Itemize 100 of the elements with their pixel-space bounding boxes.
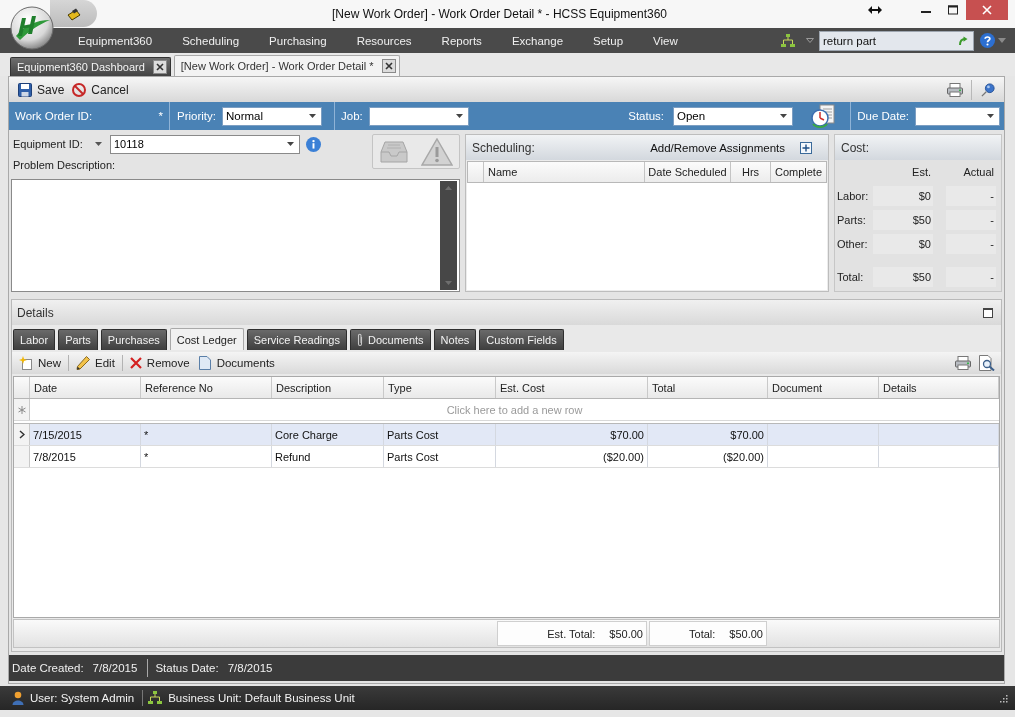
menu-item[interactable]: Resources	[341, 34, 427, 47]
table-cell: 7/15/2015	[30, 424, 141, 445]
pushpin-icon[interactable]	[980, 82, 996, 97]
tab[interactable]: Service Readings	[246, 329, 347, 350]
menu-item[interactable]: Scheduling	[167, 34, 255, 47]
document-tab[interactable]: [New Work Order] - Work Order Detail *	[173, 55, 400, 76]
status-text: Business Unit: Default Business Unit	[168, 692, 355, 704]
menu-item[interactable]: Equipment360	[63, 34, 168, 47]
person-icon	[12, 691, 24, 705]
column-header[interactable]: Name	[484, 162, 645, 182]
due-date-dropdown[interactable]	[915, 106, 1000, 126]
column-header[interactable]: Reference No	[141, 377, 272, 398]
printer-icon[interactable]	[947, 82, 963, 97]
close-icon	[982, 5, 992, 15]
panel-title: Details	[17, 305, 54, 320]
column-header[interactable]: Details	[879, 377, 999, 398]
field-label: Priority:	[177, 110, 216, 122]
field-label: Work Order ID:	[15, 110, 93, 122]
close-tab-button[interactable]	[152, 60, 167, 74]
info-icon[interactable]	[306, 136, 321, 152]
status-dropdown[interactable]: Open	[673, 106, 794, 126]
panel-title: Cost:	[841, 140, 869, 155]
problem-description-field[interactable]	[11, 179, 460, 292]
pencil-icon	[76, 356, 90, 370]
field-label: Status:	[628, 110, 665, 122]
caret-icon[interactable]	[95, 142, 102, 146]
toolbar-button[interactable]: Remove	[126, 353, 193, 373]
job-dropdown[interactable]	[368, 106, 469, 126]
search-field[interactable]: return part	[819, 30, 974, 51]
column-header[interactable]: Total	[648, 377, 768, 398]
cost-value: -	[946, 186, 996, 206]
tab[interactable]: Documents	[349, 329, 431, 350]
caret-icon	[987, 114, 994, 118]
menu-item[interactable]: Reports	[426, 34, 497, 47]
toolbar-button[interactable]: New	[16, 353, 64, 373]
date-value: 7/8/2015	[227, 662, 273, 674]
caret-icon[interactable]	[806, 38, 814, 43]
close-icon	[155, 63, 164, 71]
arrow-icon[interactable]	[958, 35, 968, 46]
scrollbar[interactable]	[440, 181, 457, 290]
cost-label: Total:	[837, 271, 865, 283]
table-cell: $70.00	[496, 424, 648, 445]
menu-item[interactable]: Purchasing	[254, 34, 342, 47]
toolbar-button[interactable]: Save	[15, 79, 68, 100]
magnifier-icon[interactable]	[979, 355, 995, 371]
document-tab[interactable]: Equipment360 Dashboard	[10, 57, 171, 76]
window-icon[interactable]	[983, 307, 993, 318]
close-tab-button[interactable]	[381, 59, 396, 73]
cost-value: -	[946, 234, 996, 254]
printer-icon[interactable]	[955, 356, 971, 370]
panel-title: Scheduling:	[472, 140, 535, 155]
quick-access-button[interactable]	[50, 0, 97, 27]
menu-item[interactable]: View	[638, 34, 693, 47]
table-row[interactable]: 7/15/2015 * Core Charge Parts Cost $70.00 $70.00	[14, 424, 999, 446]
cost-value: $0	[873, 234, 933, 254]
column-header[interactable]: Description	[272, 377, 384, 398]
cost-value: -	[946, 267, 996, 287]
toolbar-button[interactable]: Edit	[73, 353, 118, 373]
column-label: Actual	[962, 165, 995, 180]
minimize-icon	[920, 11, 931, 13]
hierarchy-icon	[148, 691, 163, 705]
tab[interactable]: Labor	[13, 329, 56, 350]
column-header[interactable]: Est. Cost	[496, 377, 648, 398]
cost-label: Parts:	[837, 214, 867, 226]
tab[interactable]: Custom Fields	[479, 329, 564, 350]
close-icon	[384, 62, 393, 70]
help-icon[interactable]	[980, 33, 995, 48]
resize-grip-icon[interactable]	[999, 693, 1008, 703]
table-row[interactable]: 7/8/2015 * Refund Parts Cost ($20.00) ($20.00)	[14, 446, 999, 468]
hierarchy-icon[interactable]	[781, 33, 795, 48]
column-header[interactable]: Type	[384, 377, 496, 398]
column-header[interactable]: Document	[768, 377, 879, 398]
tab[interactable]: Cost Ledger	[169, 328, 244, 350]
toolbar-button[interactable]: Documents	[194, 353, 278, 373]
menu-item[interactable]: Setup	[578, 34, 639, 47]
caret-icon[interactable]	[998, 38, 1006, 43]
date-value: 7/8/2015	[92, 662, 138, 674]
table-cell: ($20.00)	[648, 446, 768, 467]
column-header[interactable]: Complete	[771, 162, 826, 182]
column-header[interactable]: Date	[30, 377, 141, 398]
priority-dropdown[interactable]: Normal	[222, 106, 322, 126]
tab[interactable]: Purchases	[100, 329, 167, 350]
no-entry-icon	[72, 82, 87, 97]
column-label: Est.	[911, 165, 932, 180]
toolbar-button[interactable]: Cancel	[69, 79, 132, 100]
plus-icon[interactable]	[800, 141, 812, 154]
equipment-dropdown[interactable]: 10118	[110, 134, 300, 154]
tab[interactable]: Parts	[58, 329, 98, 350]
date-label: Status Date:	[155, 662, 219, 674]
paperclip-icon	[356, 333, 363, 347]
summary-label: Est. Total:	[547, 627, 596, 640]
tab[interactable]: Notes	[433, 329, 477, 350]
cost-value: $50	[873, 210, 933, 230]
clock-icon[interactable]	[811, 104, 836, 128]
column-header[interactable]: Date Scheduled	[645, 162, 731, 182]
column-header[interactable]: Hrs	[731, 162, 771, 182]
cost-value: $50	[873, 267, 933, 287]
menu-item[interactable]: Exchange	[496, 34, 579, 47]
status-text: User: System Admin	[30, 692, 135, 704]
assignments-link[interactable]: Add/Remove Assignments	[650, 141, 785, 154]
